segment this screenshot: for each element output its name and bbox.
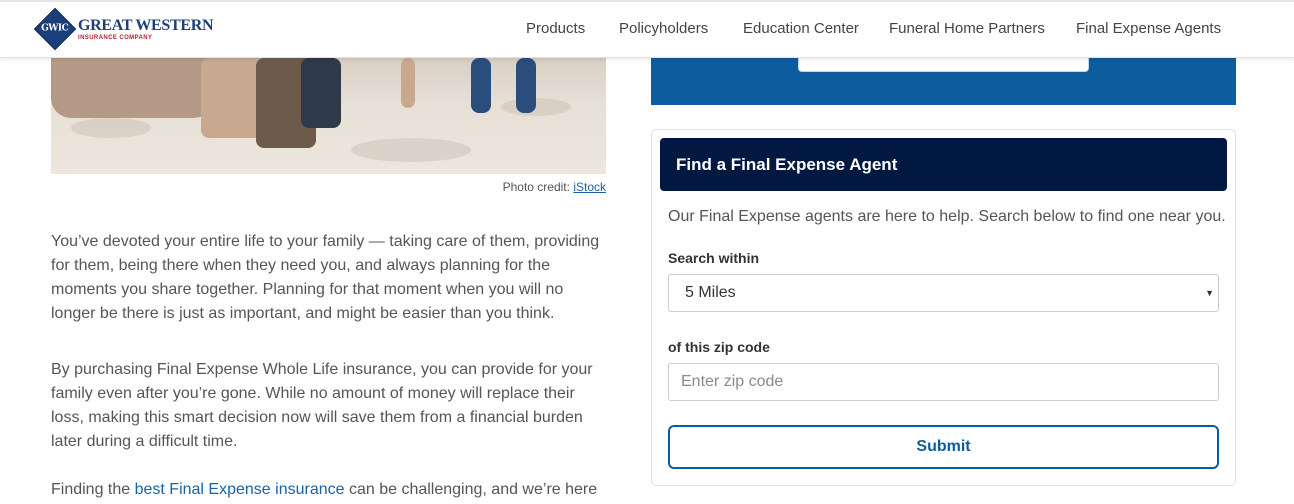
promo-banner-box[interactable] — [798, 58, 1089, 72]
article-paragraph: By purchasing Final Expense Whole Life i… — [51, 361, 593, 450]
sand-texture — [501, 98, 571, 116]
article-paragraph: You’ve devoted your entire life to your … — [51, 233, 600, 322]
company-logo[interactable]: GWIC GREAT WESTERN INSURANCE COMPANY — [33, 7, 214, 51]
nav-education-center[interactable]: Education Center — [743, 20, 859, 37]
submit-button[interactable]: Submit — [668, 425, 1219, 469]
person-figure — [301, 58, 341, 128]
photo-credit-prefix: Photo credit: — [502, 180, 574, 194]
nav-final-expense-agents[interactable]: Final Expense Agents — [1076, 20, 1221, 37]
logo-wordmark: GREAT WESTERN INSURANCE COMPANY — [78, 16, 214, 41]
logo-mark-text: GWIC — [41, 23, 69, 34]
logo-subtitle: INSURANCE COMPANY — [78, 34, 153, 41]
person-figure — [516, 58, 536, 113]
search-within-label: Search within — [668, 250, 760, 266]
header-top-border — [0, 0, 1294, 2]
sand-texture — [71, 118, 151, 138]
person-figure — [471, 58, 491, 113]
best-final-expense-link[interactable]: best Final Expense insurance — [135, 481, 345, 498]
nav-funeral-home-partners[interactable]: Funeral Home Partners — [889, 20, 1045, 37]
hero-photo — [51, 58, 606, 174]
nav-products[interactable]: Products — [526, 20, 585, 37]
person-figure — [401, 58, 415, 108]
nav-policyholders[interactable]: Policyholders — [619, 20, 708, 37]
dropdown-caret-icon: ▼ — [1205, 288, 1214, 298]
search-within-value: 5 Miles — [685, 284, 736, 301]
zip-code-label: of this zip code — [668, 339, 770, 355]
logo-name: GREAT WESTERN — [78, 16, 214, 34]
logo-mark: GWIC — [33, 7, 77, 51]
agent-finder-description: Our Final Expense agents are here to hel… — [668, 208, 1226, 225]
search-within-select[interactable]: 5 Miles ▼ — [668, 274, 1219, 312]
site-header: GWIC GREAT WESTERN INSURANCE COMPANY Pro… — [0, 0, 1294, 58]
article-paragraph-partial: Finding the best Final Expense insurance… — [51, 478, 611, 504]
photo-credit: Photo credit: iStock — [503, 180, 606, 194]
agent-finder-title: Find a Final Expense Agent — [660, 138, 1227, 191]
sand-texture — [351, 138, 471, 162]
photo-credit-link[interactable]: iStock — [573, 180, 606, 194]
zip-code-input[interactable] — [668, 363, 1219, 401]
paragraph-text: Finding the — [51, 481, 135, 498]
